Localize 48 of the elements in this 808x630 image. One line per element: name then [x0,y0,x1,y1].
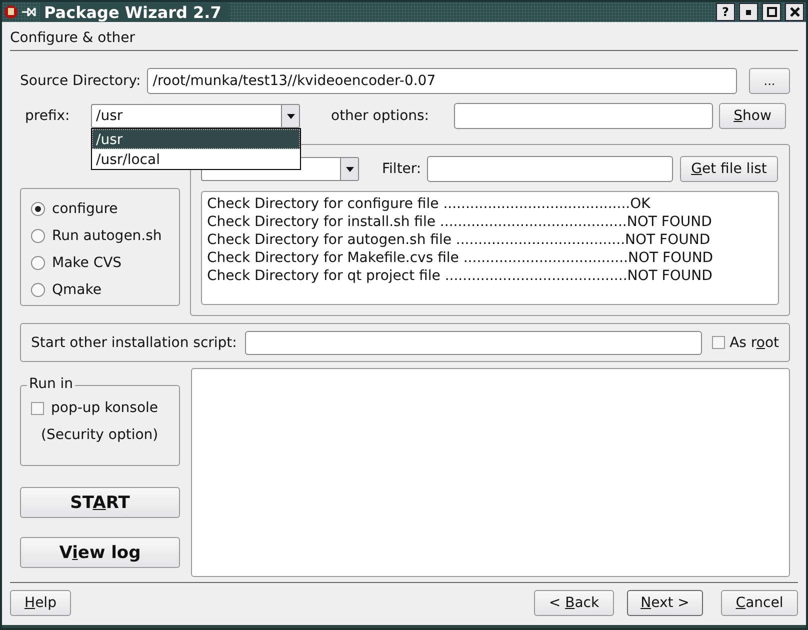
script-label: Start other installation script: [31,334,237,350]
next-button[interactable]: Next > [627,590,703,616]
as-root-checkbox[interactable]: As root [712,334,779,350]
radio-button[interactable] [31,228,45,242]
help-button[interactable]: ? [716,3,735,21]
radio-button[interactable] [31,282,45,296]
dropdown-arrow-icon [346,166,354,172]
radio-button[interactable] [31,256,45,270]
source-directory-label: Source Directory: [20,73,141,89]
security-note: (Security option) [41,427,160,443]
other-options-label: other options: [331,108,430,124]
radio-label[interactable]: configure [52,200,118,216]
app-icon[interactable] [4,4,18,20]
close-icon [790,7,800,17]
maximize-icon [766,7,776,17]
cancel-button[interactable]: Cancel [721,590,798,616]
browse-button[interactable]: ... [749,68,790,94]
check-result-line: Check Directory for configure file ..........................................OK [207,195,652,213]
check-result-line: Check Directory for qt project file .........................................NOT FOUND [207,267,714,285]
minimize-button[interactable] [739,3,758,21]
filter-field[interactable] [427,156,673,182]
maximize-button[interactable] [762,3,781,21]
back-button[interactable]: < Back [534,590,614,616]
filter-label: Filter: [382,161,422,177]
check-result-line: Check Directory for install.sh file ..........................................NOT FOUND [207,213,713,231]
close-button[interactable] [785,3,804,21]
prefix-label: prefix: [25,108,71,124]
check-result-line: Check Directory for Makefile.cvs file .....................................NOT FOUND [207,249,714,267]
script-field[interactable] [244,330,702,354]
radio-button[interactable] [31,202,45,216]
other-options-field[interactable] [454,103,713,129]
get-file-list-button[interactable]: Get file list [680,156,778,182]
source-directory-field[interactable]: /root/munka/test13//kvideoencoder-0.07 [146,68,737,94]
help-button[interactable]: Help [10,590,71,616]
radio-label[interactable]: Qmake [52,282,102,298]
view-log-button[interactable]: View log [20,537,180,568]
radio-label[interactable]: Make CVS [52,254,122,270]
pin-icon[interactable] [22,7,36,17]
page-title: Configure & other [10,29,136,48]
dropdown-arrow-icon [286,114,294,118]
window-title: Package Wizard 2.7 [40,2,230,22]
start-button[interactable]: START [20,487,180,518]
radio-label[interactable]: Run autogen.sh [52,228,162,244]
minimize-icon [746,10,751,14]
show-button[interactable]: Show [719,103,786,129]
dropdown-option[interactable]: /usr [92,129,300,149]
check-result-line: Check Directory for autogen.sh file ......................................NOT FOUND [207,231,712,249]
konsole-checkbox[interactable]: pop-up konsole [31,400,179,416]
